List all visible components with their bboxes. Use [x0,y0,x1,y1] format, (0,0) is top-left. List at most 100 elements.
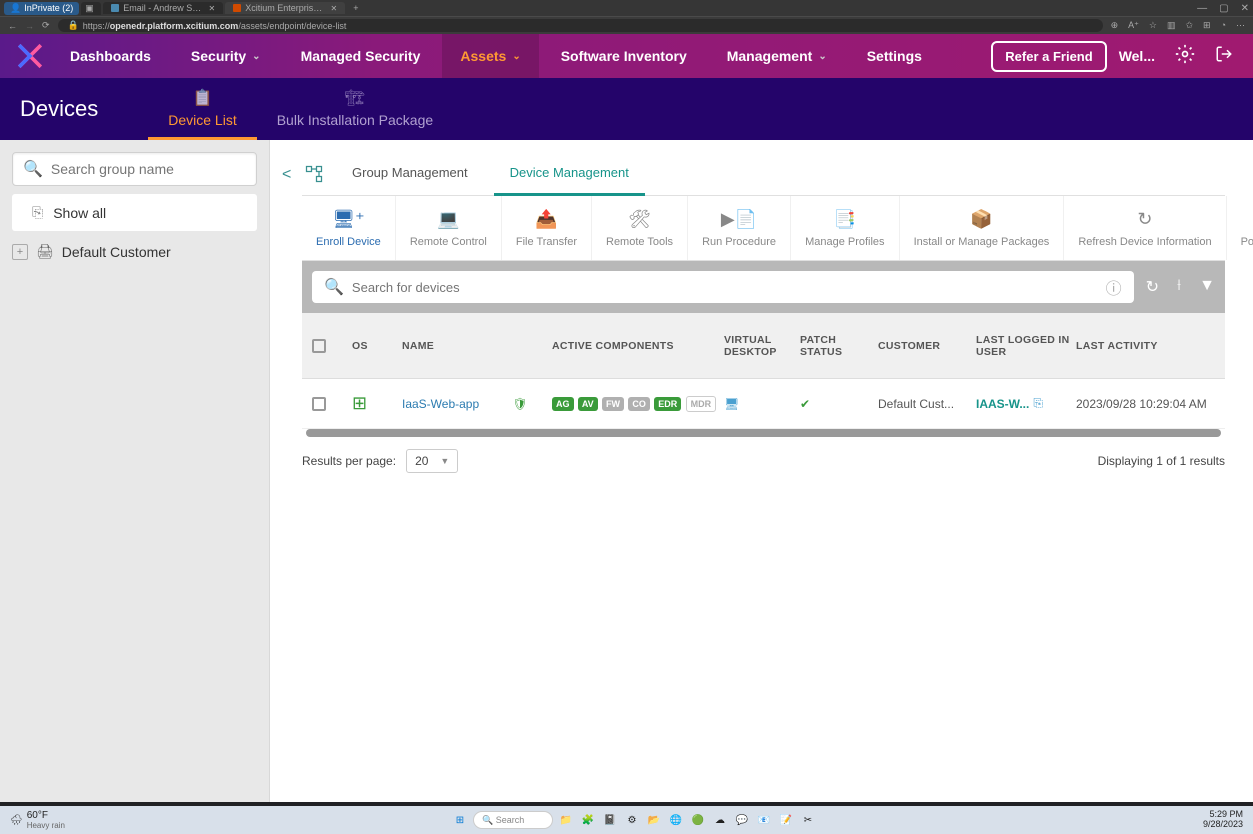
taskbar-search[interactable]: 🔍 Search [473,811,553,829]
package-icon: 📦 [970,208,992,230]
shield-icon: 🛡 [513,397,528,411]
clear-filter-button[interactable]: ⟊ [1177,277,1181,297]
horizontal-scrollbar[interactable] [306,429,1221,437]
favorite-icon[interactable]: ☆ [1149,20,1157,31]
nav-security[interactable]: Security⌄ [173,34,279,78]
show-all-icon: ⎘ [32,204,43,221]
vdesktop-icon: 🖥 [724,397,739,411]
taskbar-app[interactable]: 🌐 [667,811,685,829]
profile-icon[interactable]: ◔ [1221,20,1226,31]
nav-management[interactable]: Management⌄ [709,34,845,78]
close-icon[interactable]: ✕ [209,4,216,13]
zoom-icon[interactable]: ⊕ [1111,20,1119,31]
nav-assets[interactable]: Assets⌄ [442,34,538,78]
favorites-bar-icon[interactable]: ✩ [1185,20,1193,31]
col-vdesktop[interactable]: VIRTUAL DESKTOP [724,334,800,358]
results-per-page-select[interactable]: 20▼ [406,449,458,473]
taskbar-app[interactable]: ⚙ [623,811,641,829]
taskbar-app[interactable]: 🧩 [579,811,597,829]
select-all-checkbox[interactable] [312,339,326,353]
tab-group-management[interactable]: Group Management [336,152,484,196]
read-aloud-icon[interactable]: A⁺ [1128,20,1139,31]
col-customer[interactable]: CUSTOMER [878,340,976,352]
nav-managed-security[interactable]: Managed Security [283,34,439,78]
taskbar-weather[interactable]: 🌧 60°F Heavy rain [10,810,65,830]
col-patch[interactable]: PATCH STATUS [800,334,878,358]
refer-friend-button[interactable]: Refer a Friend [991,41,1106,72]
split-icon[interactable]: ▥ [1167,20,1176,31]
browser-tab-outlook[interactable]: Email - Andrew Smith - Outlook✕ [103,2,223,14]
close-icon[interactable]: ✕ [331,4,338,13]
more-icon[interactable]: ⋯ [1236,20,1245,31]
nav-back-button[interactable]: ← [8,21,17,31]
minimize-button[interactable]: — [1197,3,1207,14]
nav-dashboards[interactable]: Dashboards [52,34,169,78]
action-file-transfer[interactable]: 📤File Transfer [502,196,592,260]
collapse-sidebar-button[interactable]: < [282,152,302,485]
logout-icon[interactable] [1207,45,1241,68]
subtab-bulk-install[interactable]: 🏗 Bulk Installation Package [257,78,453,140]
action-manage-profiles[interactable]: 📑Manage Profiles [791,196,900,260]
action-run-procedure[interactable]: ▶📄Run Procedure [688,196,791,260]
nav-settings[interactable]: Settings [849,34,940,78]
badge-co: CO [628,397,650,411]
browser-tab-xcitium[interactable]: Xcitium Enterprise Platform✕ [225,2,345,14]
url-input[interactable]: 🔒 https://openedr.platform.xcitium.com/a… [58,19,1103,32]
taskbar-app[interactable]: 📁 [557,811,575,829]
maximize-button[interactable]: ▢ [1219,3,1228,14]
action-refresh-info[interactable]: ↻Refresh Device Information [1064,196,1226,260]
show-all-button[interactable]: ⎘ Show all [12,194,257,231]
chevron-down-icon: ⌄ [252,51,260,62]
expand-button[interactable]: + [12,244,28,260]
row-checkbox[interactable] [312,397,326,411]
device-search-input[interactable]: 🔍 ⓘ [312,271,1134,303]
tab-device-management[interactable]: Device Management [494,152,645,196]
group-search-input[interactable]: 🔍 [12,152,257,186]
filter-button[interactable]: ▼ [1199,277,1215,297]
new-tab-button[interactable]: + [347,3,364,13]
taskbar-app[interactable]: 📧 [755,811,773,829]
inprivate-badge: 👤InPrivate (2) [4,2,79,15]
action-enroll-device[interactable]: 🖥⁺Enroll Device [302,196,396,260]
col-components[interactable]: ACTIVE COMPONENTS [552,340,724,352]
device-name-link[interactable]: IaaS-Web-app [402,397,479,411]
table-row[interactable]: ⊞ IaaS-Web-app 🛡 AG AV FW CO EDR MDR 🖥 [302,379,1225,429]
taskbar-app[interactable]: 🟢 [689,811,707,829]
taskbar-app[interactable]: 💬 [733,811,751,829]
col-name[interactable]: NAME [402,340,552,352]
user-icon: ⎘ [1033,396,1043,411]
results-per-page-label: Results per page: [302,454,396,468]
chevron-down-icon: ⌄ [818,51,826,62]
action-install-packages[interactable]: 📦Install or Manage Packages [900,196,1065,260]
col-user[interactable]: LAST LOGGED IN USER [976,334,1076,358]
taskbar-app[interactable]: ☁ [711,811,729,829]
settings-gear-icon[interactable] [1167,44,1203,69]
user-link[interactable]: IAAS-W... [976,397,1029,411]
nav-forward-button[interactable]: → [25,21,34,31]
taskbar-app[interactable]: ✂ [799,811,817,829]
badge-av: AV [578,397,598,411]
action-remote-tools[interactable]: 🛠Remote Tools [592,196,688,260]
close-button[interactable]: ✕ [1241,3,1249,14]
info-icon[interactable]: ⓘ [1106,275,1122,299]
extensions-icon[interactable]: ⊞ [1203,20,1211,31]
taskbar-app[interactable]: 📂 [645,811,663,829]
tree-default-customer[interactable]: + 🖨 Default Customer [12,237,257,266]
enroll-icon: 🖥⁺ [332,208,364,230]
browser-tab[interactable]: ▣ [81,2,101,15]
taskbar-app[interactable]: 📝 [777,811,795,829]
col-os[interactable]: OS [352,340,402,352]
xcitium-logo[interactable] [12,41,48,71]
nav-software-inventory[interactable]: Software Inventory [543,34,705,78]
customer-cell: Default Cust... [878,397,976,411]
search-icon: 🔍 [482,815,493,826]
col-activity[interactable]: LAST ACTIVITY [1076,340,1215,352]
refresh-grid-button[interactable]: ↻ [1146,277,1159,297]
action-power-options[interactable]: 🔌Power Options [1227,196,1253,260]
refresh-button[interactable]: ⟳ [42,20,50,31]
action-remote-control[interactable]: 💻Remote Control [396,196,502,260]
subtab-device-list[interactable]: 📋 Device List [148,78,256,140]
taskbar-app[interactable]: 📓 [601,811,619,829]
taskbar-clock[interactable]: 5:29 PM 9/28/2023 [1203,810,1243,830]
start-button[interactable]: ⊞ [451,811,469,829]
